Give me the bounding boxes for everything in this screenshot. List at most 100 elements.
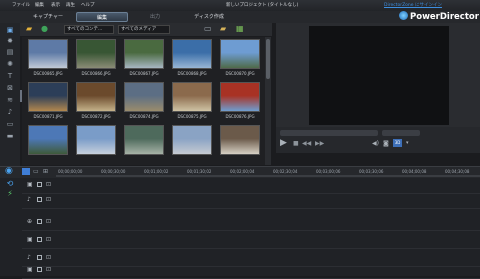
- media-library-grid: DSC00865.JPG DSC00866.JPG DSC00867.JPG DSC0…: [22, 37, 265, 165]
- media-thumbnail[interactable]: DSC00872.JPG: [76, 82, 119, 119]
- media-filter-dropdown[interactable]: すべてのメディア: [118, 25, 170, 34]
- media-room-icon[interactable]: ▣: [5, 26, 15, 34]
- media-thumbnail[interactable]: DSC00866.JPG: [76, 39, 119, 76]
- timecode-label: 00;02;00;04: [230, 169, 255, 174]
- next-frame-icon[interactable]: ▶▶: [315, 140, 324, 147]
- tab-edit[interactable]: 編集: [76, 12, 128, 22]
- media-thumbnail[interactable]: DSC00874.JPG: [124, 82, 167, 119]
- stop-icon[interactable]: ■: [293, 140, 299, 147]
- chapter-room-icon[interactable]: ▭: [5, 120, 15, 128]
- library-menu-icon[interactable]: ▭: [204, 25, 212, 33]
- zoom-timeline-icon[interactable]: ⚡: [3, 188, 17, 200]
- particle-room-icon[interactable]: ✺: [5, 60, 15, 68]
- play-icon[interactable]: ▶: [280, 138, 287, 148]
- media-thumbnail[interactable]: DSC00867.JPG: [124, 39, 167, 76]
- timeline-track[interactable]: [22, 180, 480, 194]
- snapshot-icon[interactable]: ◙: [383, 140, 389, 147]
- menu-file[interactable]: ファイル: [12, 2, 30, 8]
- tab-produce[interactable]: 出力: [130, 12, 180, 22]
- timecode-display: [382, 130, 420, 136]
- thumbnail-label: DSC00872.JPG: [81, 114, 111, 119]
- track-enable-checkbox[interactable]: [37, 219, 42, 224]
- thumbnail-label: DSC00876.JPG: [225, 114, 255, 119]
- tab-capture[interactable]: キャプチャー: [22, 12, 74, 22]
- track-manager-icon[interactable]: [22, 168, 30, 175]
- timeline-view-icon[interactable]: ◉: [5, 167, 13, 176]
- timecode-label: 00;00;00;00: [58, 169, 83, 174]
- thumbnail-image: [172, 125, 212, 155]
- fit-timeline-icon[interactable]: ⊞: [43, 168, 48, 175]
- track-enable-checkbox[interactable]: [37, 267, 42, 272]
- preview-screen: [309, 26, 449, 125]
- scrub-bar[interactable]: [280, 130, 378, 136]
- media-thumbnail[interactable]: [172, 125, 212, 155]
- thumbnail-image: [124, 82, 164, 112]
- transition-room-icon[interactable]: ⊠: [5, 84, 15, 92]
- media-thumbnail[interactable]: DSC00876.JPG: [220, 82, 263, 119]
- pip-room-icon[interactable]: ▤: [5, 48, 15, 56]
- thumbnail-label: DSC00865.JPG: [33, 71, 63, 76]
- media-thumbnail[interactable]: DSC00870.JPG: [220, 39, 263, 76]
- track-enable-checkbox[interactable]: [37, 197, 42, 202]
- track-lock-icon[interactable]: ⊡: [46, 236, 51, 243]
- thumbnail-image: [220, 39, 260, 69]
- subtitle-room-icon[interactable]: ▬: [5, 132, 15, 140]
- track-lock-icon[interactable]: ⊡: [46, 266, 51, 273]
- timecode-label: 00;04;30;08: [445, 169, 470, 174]
- import-folder-icon[interactable]: ▰: [26, 25, 32, 33]
- timeline-track[interactable]: [22, 195, 480, 209]
- track-type-icon: ♪: [27, 196, 31, 203]
- menu-edit[interactable]: 編集: [35, 2, 44, 8]
- media-thumbnail[interactable]: [76, 125, 116, 155]
- content-filter-dropdown[interactable]: すべてのコンテ...: [64, 25, 114, 34]
- thumbnail-image: [76, 125, 116, 155]
- directorzone-signin-link[interactable]: DirectorZone にサインイン: [384, 2, 442, 8]
- menu-view[interactable]: 表示: [51, 2, 60, 8]
- voice-over-icon[interactable]: ♪: [5, 108, 15, 116]
- prev-frame-icon[interactable]: ◀◀: [302, 140, 311, 147]
- title-room-icon[interactable]: T: [5, 72, 15, 80]
- thumbnail-image: [28, 125, 68, 155]
- media-thumbnail[interactable]: DSC00865.JPG: [28, 39, 71, 76]
- media-thumbnail[interactable]: [28, 125, 68, 155]
- menu-help[interactable]: ヘルプ: [81, 2, 95, 8]
- track-enable-checkbox[interactable]: [37, 255, 42, 260]
- media-thumbnail[interactable]: [220, 125, 260, 155]
- timeline-track[interactable]: [22, 235, 480, 249]
- fx-room-icon[interactable]: ✸: [5, 37, 15, 45]
- thumbnail-label: DSC00870.JPG: [225, 71, 255, 76]
- thumbnail-image: [172, 82, 212, 112]
- media-thumbnail[interactable]: [124, 125, 164, 155]
- audio-mixing-icon[interactable]: ≋: [5, 96, 15, 104]
- preview-options-icon[interactable]: ▾: [406, 140, 409, 146]
- library-scrollbar[interactable]: [265, 37, 271, 165]
- timecode-label: 00;00;30;00: [101, 169, 126, 174]
- tab-disc[interactable]: ディスク作成: [182, 12, 236, 22]
- grid-view-icon[interactable]: ▦: [236, 25, 244, 33]
- track-lock-icon[interactable]: ⊡: [46, 218, 51, 225]
- timeline-track[interactable]: [22, 217, 480, 231]
- media-thumbnail[interactable]: DSC00868.JPG: [172, 39, 215, 76]
- track-lock-icon[interactable]: ⊡: [46, 181, 51, 188]
- track-lock-icon[interactable]: ⊡: [46, 254, 51, 261]
- explore-folder-icon[interactable]: ▰: [220, 25, 226, 33]
- menu-play[interactable]: 再生: [66, 2, 75, 8]
- 3d-mode-icon[interactable]: 3D: [393, 139, 402, 147]
- track-lock-icon[interactable]: ⊡: [46, 196, 51, 203]
- track-enable-checkbox[interactable]: [37, 237, 42, 242]
- download-icon[interactable]: ●: [41, 25, 48, 33]
- thumbnail-image: [124, 125, 164, 155]
- media-thumbnail[interactable]: DSC00871.JPG: [28, 82, 71, 119]
- timecode-label: 00;03;30;06: [359, 169, 384, 174]
- storyboard-icon[interactable]: ▭: [33, 168, 39, 175]
- track-enable-checkbox[interactable]: [37, 182, 42, 187]
- volume-icon[interactable]: ◀): [372, 140, 379, 147]
- track-type-icon: ▣: [27, 266, 33, 273]
- track-type-icon: ▣: [27, 236, 33, 243]
- timeline-track[interactable]: [22, 265, 480, 279]
- media-thumbnail[interactable]: DSC00875.JPG: [172, 82, 215, 119]
- timecode-label: 00;02;30;04: [273, 169, 298, 174]
- thumbnail-image: [76, 39, 116, 69]
- thumbnail-image: [172, 39, 212, 69]
- timeline-scale: [56, 175, 480, 177]
